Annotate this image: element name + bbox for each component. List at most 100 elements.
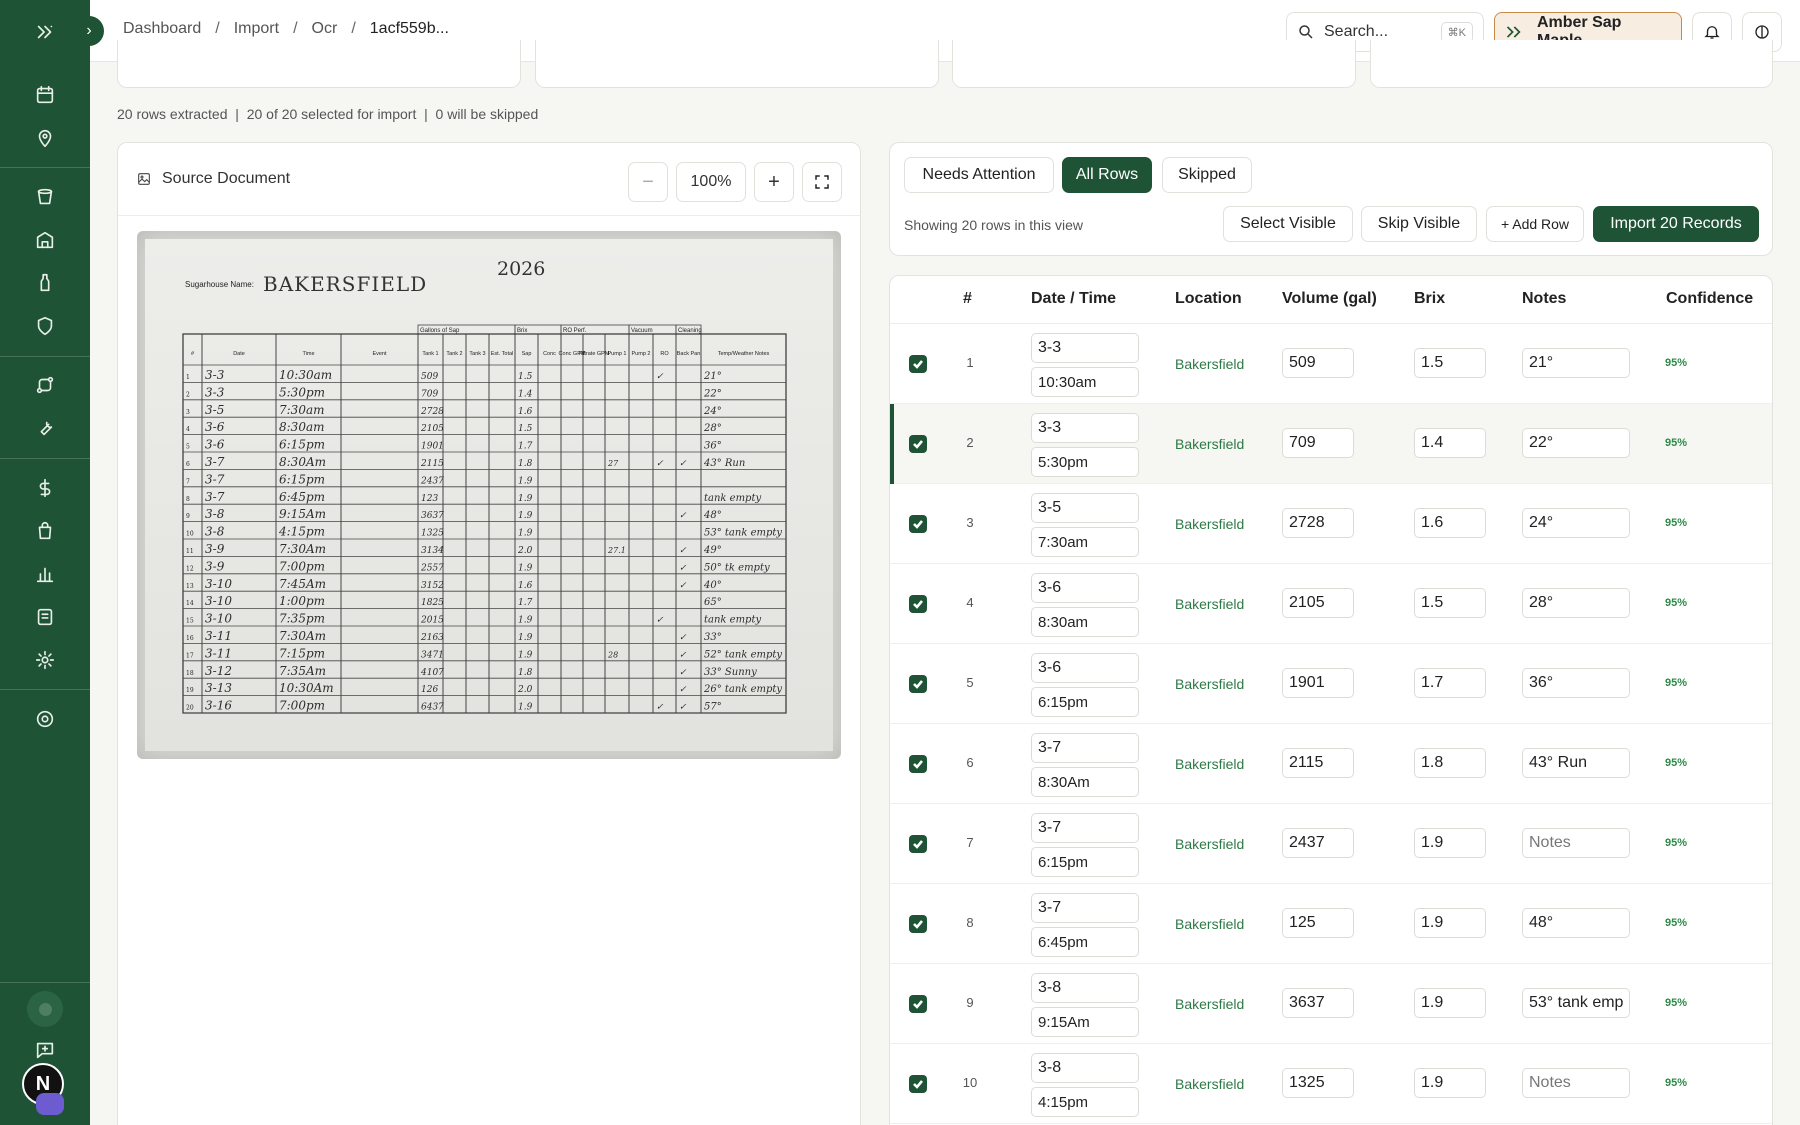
calendar-icon[interactable] (31, 81, 59, 109)
settings-icon[interactable] (31, 705, 59, 733)
row-checkbox[interactable] (909, 595, 927, 613)
volume-input[interactable]: 2728 (1282, 508, 1354, 538)
date-input[interactable]: 3-6 (1031, 573, 1139, 603)
location-link[interactable]: Bakersfield (1175, 516, 1244, 532)
source-document-image[interactable]: Sugarhouse Name: BAKERSFIELD 2026 Gallons o… (137, 231, 841, 759)
notes-input[interactable]: 21° (1522, 348, 1630, 378)
notes-input[interactable]: Notes (1522, 1068, 1630, 1098)
location-link[interactable]: Bakersfield (1175, 916, 1244, 932)
row-checkbox[interactable] (909, 755, 927, 773)
brix-input[interactable]: 1.8 (1414, 748, 1486, 778)
time-input[interactable]: 4:15pm (1031, 1087, 1139, 1117)
brix-input[interactable]: 1.9 (1414, 828, 1486, 858)
location-link[interactable]: Bakersfield (1175, 836, 1244, 852)
chevron-right-icon[interactable]: › (74, 16, 104, 46)
time-input[interactable]: 9:15Am (1031, 1007, 1139, 1037)
breadcrumb-dashboard[interactable]: Dashboard (123, 20, 201, 38)
table-row[interactable]: 8 3-7 6:45pm Bakersfield 125 1.9 48° 95% (890, 884, 1772, 964)
notes-input[interactable]: 48° (1522, 908, 1630, 938)
date-input[interactable]: 3-8 (1031, 1053, 1139, 1083)
notes-input[interactable]: 22° (1522, 428, 1630, 458)
volume-input[interactable]: 709 (1282, 428, 1354, 458)
building-icon[interactable] (31, 226, 59, 254)
row-checkbox[interactable] (909, 515, 927, 533)
date-input[interactable]: 3-6 (1031, 653, 1139, 683)
table-row[interactable]: 10 3-8 4:15pm Bakersfield 1325 1.9 Notes 95% (890, 1044, 1772, 1124)
brix-input[interactable]: 1.9 (1414, 908, 1486, 938)
brix-input[interactable]: 1.4 (1414, 428, 1486, 458)
tab-skipped[interactable]: Skipped (1162, 157, 1252, 193)
receipt-icon[interactable] (31, 603, 59, 631)
time-input[interactable]: 6:15pm (1031, 687, 1139, 717)
time-input[interactable]: 6:45pm (1031, 927, 1139, 957)
row-checkbox[interactable] (909, 355, 927, 373)
add-row-button[interactable]: + Add Row (1486, 206, 1584, 242)
bucket-icon[interactable] (31, 183, 59, 211)
fullscreen-button[interactable] (802, 162, 842, 202)
table-row[interactable]: 9 3-8 9:15Am Bakersfield 3637 1.9 53° tank emp… (890, 964, 1772, 1044)
tab-needs-attention[interactable]: Needs Attention (904, 157, 1054, 193)
import-records-button[interactable]: Import 20 Records (1593, 206, 1759, 242)
volume-input[interactable]: 2115 (1282, 748, 1354, 778)
notes-input[interactable]: 24° (1522, 508, 1630, 538)
date-input[interactable]: 3-7 (1031, 893, 1139, 923)
row-checkbox[interactable] (909, 915, 927, 933)
volume-input[interactable]: 1325 (1282, 1068, 1354, 1098)
location-link[interactable]: Bakersfield (1175, 436, 1244, 452)
bottle-icon[interactable] (31, 269, 59, 297)
date-input[interactable]: 3-7 (1031, 733, 1139, 763)
location-link[interactable]: Bakersfield (1175, 676, 1244, 692)
time-input[interactable]: 10:30am (1031, 367, 1139, 397)
notes-input[interactable]: 28° (1522, 588, 1630, 618)
volume-input[interactable]: 2105 (1282, 588, 1354, 618)
row-checkbox[interactable] (909, 1075, 927, 1093)
brix-input[interactable]: 1.6 (1414, 508, 1486, 538)
zoom-out-button[interactable]: − (628, 162, 668, 202)
time-input[interactable]: 6:15pm (1031, 847, 1139, 877)
notes-input[interactable]: 36° (1522, 668, 1630, 698)
table-row[interactable]: 2 3-3 5:30pm Bakersfield 709 1.4 22° 95% (890, 404, 1772, 484)
brix-input[interactable]: 1.9 (1414, 988, 1486, 1018)
location-link[interactable]: Bakersfield (1175, 996, 1244, 1012)
date-input[interactable]: 3-3 (1031, 333, 1139, 363)
row-checkbox[interactable] (909, 435, 927, 453)
notes-input[interactable]: 53° tank emp (1522, 988, 1630, 1018)
row-checkbox[interactable] (909, 835, 927, 853)
breadcrumb-ocr[interactable]: Ocr (312, 20, 338, 38)
route-icon[interactable] (31, 371, 59, 399)
brix-input[interactable]: 1.5 (1414, 348, 1486, 378)
select-visible-button[interactable]: Select Visible (1223, 206, 1353, 242)
skip-visible-button[interactable]: Skip Visible (1361, 206, 1477, 242)
row-checkbox[interactable] (909, 995, 927, 1013)
table-row[interactable]: 3 3-5 7:30am Bakersfield 2728 1.6 24° 95% (890, 484, 1772, 564)
zoom-in-button[interactable]: + (754, 162, 794, 202)
time-input[interactable]: 5:30pm (1031, 447, 1139, 477)
time-input[interactable]: 7:30am (1031, 527, 1139, 557)
location-pin-icon[interactable] (31, 124, 59, 152)
volume-input[interactable]: 2437 (1282, 828, 1354, 858)
time-input[interactable]: 8:30Am (1031, 767, 1139, 797)
wrench-icon[interactable] (31, 414, 59, 442)
bag-icon[interactable] (31, 517, 59, 545)
date-input[interactable]: 3-5 (1031, 493, 1139, 523)
notes-input[interactable]: 43° Run (1522, 748, 1630, 778)
location-link[interactable]: Bakersfield (1175, 596, 1244, 612)
table-row[interactable]: 7 3-7 6:15pm Bakersfield 2437 1.9 Notes 95% (890, 804, 1772, 884)
location-link[interactable]: Bakersfield (1175, 756, 1244, 772)
volume-input[interactable]: 3637 (1282, 988, 1354, 1018)
gear-badge-icon[interactable] (31, 646, 59, 674)
feedback-icon[interactable] (31, 1036, 59, 1064)
brix-input[interactable]: 1.5 (1414, 588, 1486, 618)
brix-input[interactable]: 1.9 (1414, 1068, 1486, 1098)
row-checkbox[interactable] (909, 675, 927, 693)
bar-chart-icon[interactable] (31, 560, 59, 588)
shield-icon[interactable] (31, 312, 59, 340)
notes-input[interactable]: Notes (1522, 828, 1630, 858)
table-row[interactable]: 6 3-7 8:30Am Bakersfield 2115 1.8 43° Run 95% (890, 724, 1772, 804)
table-row[interactable]: 5 3-6 6:15pm Bakersfield 1901 1.7 36° 95% (890, 644, 1772, 724)
collapse-icon[interactable] (31, 18, 59, 46)
date-input[interactable]: 3-3 (1031, 413, 1139, 443)
brix-input[interactable]: 1.7 (1414, 668, 1486, 698)
table-row[interactable]: 1 3-3 10:30am Bakersfield 509 1.5 21° 95% (890, 324, 1772, 404)
volume-input[interactable]: 125 (1282, 908, 1354, 938)
